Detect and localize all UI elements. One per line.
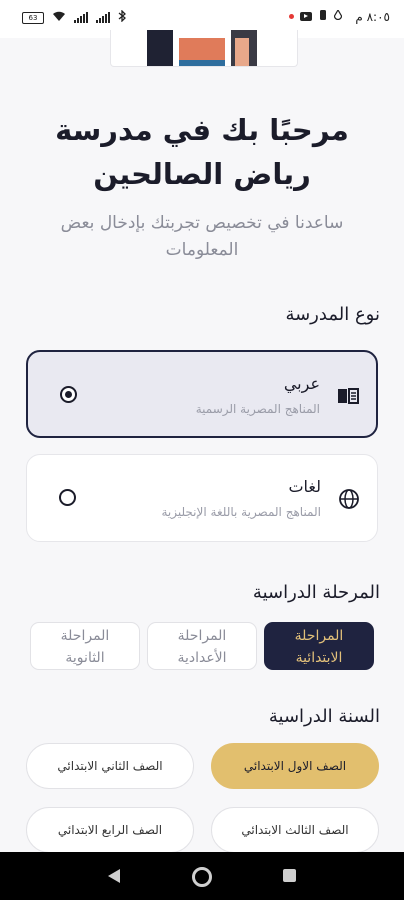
year-option-1[interactable]: الصف الاول الابتدائي: [211, 743, 379, 789]
hero-illustration: [110, 30, 298, 67]
year-option-2[interactable]: الصف الثاني الابتدائي: [26, 743, 194, 789]
signal-icon-2: [96, 12, 110, 23]
globe-icon: [337, 487, 361, 511]
year-label: السنة الدراسية: [268, 706, 380, 727]
school-type-option-languages[interactable]: لغات المناهج المصرية باللغة الإنجليزية: [26, 454, 378, 542]
back-icon[interactable]: [108, 869, 120, 883]
page-title: مرحبًا بك في مدرسة رياض الصالحين: [55, 113, 349, 191]
stage-line1: المراحلة: [177, 628, 227, 644]
book-icon: [336, 384, 360, 408]
youtube-icon: [300, 12, 312, 21]
stage-option-primary[interactable]: المراحلة الابتدائية: [264, 622, 374, 670]
stage-line2: الابتدائية: [295, 650, 343, 666]
system-nav-bar: [0, 852, 404, 900]
figure-shape: [147, 30, 173, 66]
year-option-4[interactable]: الصف الرابع الابتدائي: [26, 807, 194, 853]
page-subtitle: ساعدنا في تخصيص تجربتك بإدخال بعض المعلو…: [60, 213, 344, 260]
bluetooth-icon: [118, 9, 126, 25]
home-icon[interactable]: [192, 867, 212, 887]
signal-icon: [74, 12, 88, 23]
figure-shape-3: [179, 60, 225, 66]
stage-option-preparatory[interactable]: المراحلة الأعدادية: [147, 622, 257, 670]
status-icons-right: [289, 8, 343, 23]
status-icons-left: 63: [22, 9, 126, 25]
stage-line2: الثانوية: [65, 650, 105, 666]
option-title: عربي: [283, 374, 320, 393]
option-title: لغات: [288, 477, 321, 496]
year-option-3[interactable]: الصف الثالث الابتدائي: [211, 807, 379, 853]
option-description: المناهج المصرية الرسمية: [195, 402, 320, 416]
recent-apps-icon[interactable]: [283, 869, 296, 882]
school-type-label: نوع المدرسة: [285, 304, 380, 325]
stage-label: المرحلة الدراسية: [252, 582, 380, 603]
status-time: ٨:٠٥ م: [355, 10, 390, 24]
notification-dot-icon: [289, 14, 294, 19]
phone-icon: [318, 10, 328, 23]
drop-icon: [333, 8, 343, 23]
stage-line2: الأعدادية: [177, 650, 227, 666]
figure-shape-5: [235, 38, 249, 66]
radio-button-selected[interactable]: [60, 386, 77, 403]
stage-line1: المراحلة: [60, 628, 110, 644]
battery-icon: 63: [22, 11, 44, 24]
wifi-icon: [52, 11, 66, 25]
stage-option-secondary[interactable]: المراحلة الثانوية: [30, 622, 140, 670]
radio-button[interactable]: [59, 489, 76, 506]
stage-line1: المراحلة: [294, 628, 344, 644]
school-type-option-arabic[interactable]: عربي المناهج المصرية الرسمية: [26, 350, 378, 438]
option-description: المناهج المصرية باللغة الإنجليزية: [161, 505, 321, 519]
